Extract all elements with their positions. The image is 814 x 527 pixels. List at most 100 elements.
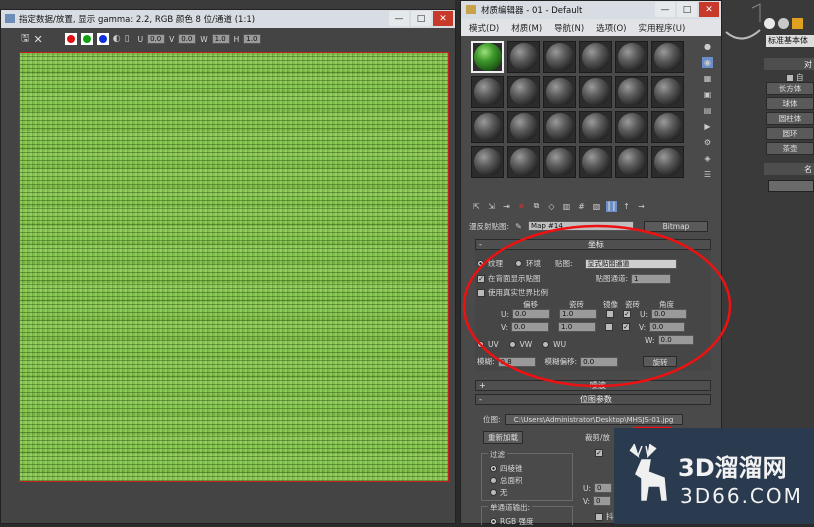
primitive-type-dropdown[interactable]: 标准基本体	[766, 35, 814, 47]
sample-slot[interactable]	[543, 76, 576, 108]
sample-slot[interactable]	[543, 146, 576, 178]
name-color-header[interactable]: 名	[764, 163, 814, 175]
geometry-icon[interactable]	[764, 17, 775, 29]
shapes-icon[interactable]	[778, 17, 789, 29]
minimize-button[interactable]: —	[389, 11, 409, 26]
cylinder-button[interactable]: 圆柱体	[766, 112, 814, 125]
sample-slot[interactable]	[651, 111, 684, 143]
w-angle-field[interactable]: 0.0	[657, 335, 694, 345]
blue-channel-button[interactable]	[96, 33, 109, 45]
v-offset-field[interactable]: 0.0	[511, 322, 550, 332]
menu-mode[interactable]: 模式(D)	[469, 22, 499, 34]
sample-slot[interactable]	[579, 76, 612, 108]
map-channel-field[interactable]: 1	[631, 273, 672, 284]
map-type-button[interactable]: Bitmap	[644, 220, 709, 232]
blur-field[interactable]: 0.8	[497, 356, 536, 367]
close-button[interactable]: ✕	[433, 11, 453, 26]
material-navigator-icon[interactable]: ☰	[702, 169, 713, 180]
mapping-dropdown[interactable]: 显式贴图通道	[584, 258, 677, 269]
v-mirror-checkbox[interactable]	[605, 323, 614, 331]
rotate-button[interactable]: 旋转	[643, 356, 678, 367]
show-on-back-checkbox[interactable]: ✓	[477, 274, 485, 283]
w-field[interactable]: 1.0	[211, 34, 230, 44]
go-sibling-icon[interactable]: →	[636, 201, 647, 212]
sample-slot[interactable]	[543, 41, 576, 73]
sample-slot[interactable]	[471, 41, 504, 73]
u-angle-field[interactable]: 0.0	[651, 309, 688, 319]
u-mirror-checkbox[interactable]	[606, 310, 615, 318]
sample-slot[interactable]	[651, 146, 684, 178]
bitmap-path-button[interactable]: C:\Users\Administrator\Desktop\MHSJS-01.…	[504, 414, 683, 425]
preview-icon[interactable]: ▶	[702, 121, 713, 132]
object-name-field[interactable]	[768, 180, 814, 192]
copy-icon[interactable]: ⧉	[531, 201, 542, 212]
sphere-button[interactable]: 球体	[766, 97, 814, 110]
reset-icon[interactable]: ✕	[516, 201, 527, 212]
sample-slot[interactable]	[471, 111, 504, 143]
library-icon[interactable]: ▥	[561, 201, 572, 212]
sample-slot[interactable]	[615, 76, 648, 108]
autogrid-checkbox[interactable]	[786, 73, 794, 82]
green-channel-button[interactable]	[80, 33, 93, 45]
show-end-result-icon[interactable]: ┃┃	[606, 200, 617, 212]
put-to-scene-icon[interactable]: ⇲	[486, 201, 497, 212]
teapot-button[interactable]: 茶壶	[766, 142, 814, 155]
pyramidal-radio[interactable]	[490, 465, 497, 472]
get-material-icon[interactable]: ⇱	[471, 201, 482, 212]
sample-slot[interactable]	[579, 111, 612, 143]
show-map-icon[interactable]: ▨	[591, 201, 602, 212]
save-icon[interactable]: 🖫	[21, 31, 30, 48]
menu-navigation[interactable]: 导航(N)	[554, 22, 584, 34]
uv-tiling-icon[interactable]: ▣	[702, 89, 713, 100]
map-name-field[interactable]: Map #14	[528, 221, 635, 231]
alpha-icon[interactable]: ◐	[113, 34, 121, 44]
wu-radio[interactable]	[542, 341, 550, 348]
u-offset-field[interactable]: 0.0	[512, 309, 551, 319]
vw-radio[interactable]	[508, 341, 516, 348]
menu-material[interactable]: 材质(M)	[511, 22, 542, 34]
background-icon[interactable]: ▦	[702, 73, 713, 84]
red-channel-button[interactable]	[64, 33, 77, 45]
blur-offset-field[interactable]: 0.0	[580, 356, 619, 367]
box-button[interactable]: 长方体	[766, 82, 814, 95]
u-tiling-field[interactable]: 1.0	[559, 309, 598, 319]
u-field[interactable]: 0.0	[147, 34, 166, 44]
sample-slot[interactable]	[543, 111, 576, 143]
me-maximize-button[interactable]: □	[677, 2, 697, 17]
unique-icon[interactable]: ◇	[546, 201, 557, 212]
select-by-material-icon[interactable]: ◈	[702, 153, 713, 164]
v-field[interactable]: 0.0	[178, 34, 197, 44]
sample-slot[interactable]	[615, 41, 648, 73]
sample-slot[interactable]	[507, 41, 540, 73]
object-type-header[interactable]: 对	[764, 58, 814, 70]
bitmap-params-header[interactable]: - 位图参数	[475, 394, 711, 405]
menu-utilities[interactable]: 实用程序(U)	[638, 22, 685, 34]
sample-slot[interactable]	[579, 146, 612, 178]
pick-icon[interactable]: ✎	[513, 221, 524, 232]
reload-button[interactable]: 重新加载	[483, 431, 523, 444]
backlight-icon[interactable]: ◉	[702, 57, 713, 68]
sample-slot[interactable]	[507, 76, 540, 108]
sample-slot[interactable]	[507, 146, 540, 178]
mono-icon[interactable]: ▯	[125, 34, 130, 44]
texture-radio[interactable]	[477, 260, 484, 267]
real-world-checkbox[interactable]	[477, 288, 485, 297]
uv-radio[interactable]	[477, 341, 484, 348]
summed-area-radio[interactable]	[490, 477, 497, 484]
maximize-button[interactable]: □	[411, 11, 431, 26]
me-close-button[interactable]: ✕	[699, 2, 719, 17]
v-tiling-field[interactable]: 1.0	[558, 322, 597, 332]
sample-slot[interactable]	[471, 146, 504, 178]
sample-slot[interactable]	[471, 76, 504, 108]
v-tile-checkbox[interactable]: ✓	[622, 323, 631, 331]
assign-icon[interactable]: ⇥	[501, 201, 512, 212]
go-parent-icon[interactable]: ↑	[621, 201, 632, 212]
sample-slot[interactable]	[615, 146, 648, 178]
me-minimize-button[interactable]: —	[655, 2, 675, 17]
v-angle-field[interactable]: 0.0	[649, 322, 686, 332]
sample-slot[interactable]	[651, 41, 684, 73]
crop-v-field[interactable]: 0	[593, 496, 612, 506]
noise-rollout-header[interactable]: + 噪波	[475, 380, 711, 391]
sample-slot[interactable]	[507, 111, 540, 143]
sample-slot[interactable]	[579, 41, 612, 73]
